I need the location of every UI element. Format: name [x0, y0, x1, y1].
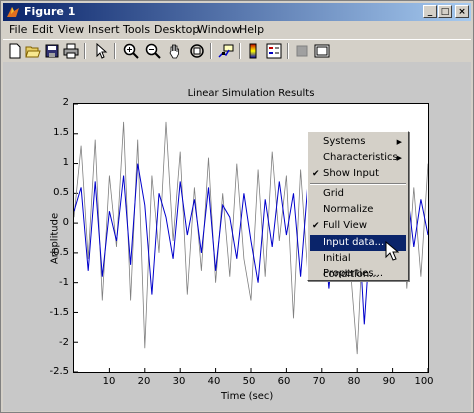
- menu-desktop[interactable]: Desktop: [154, 23, 199, 37]
- menu-item-characteristics[interactable]: Characteristics ▶: [310, 150, 406, 166]
- minimize-button[interactable]: _: [423, 5, 437, 18]
- zoom-in-icon[interactable]: [123, 43, 139, 59]
- menu-item-normalize[interactable]: Normalize: [310, 202, 406, 218]
- menu-item-grid[interactable]: Grid: [310, 186, 406, 202]
- data-cursor-icon[interactable]: [218, 43, 234, 59]
- legend-icon[interactable]: [266, 43, 282, 59]
- x-tick-label: 90: [382, 376, 396, 387]
- menu-item-systems[interactable]: Systems ▶: [310, 134, 406, 150]
- menu-item-full-view[interactable]: ✔ Full View: [310, 218, 406, 234]
- menu-item-label: Characteristics: [323, 152, 398, 163]
- y-tick-label: -1: [59, 277, 69, 288]
- colorbar-icon[interactable]: [245, 43, 261, 59]
- rotate-3d-icon[interactable]: [189, 43, 205, 59]
- y-tick-label: 1.5: [53, 127, 69, 138]
- menu-view[interactable]: View: [58, 23, 84, 37]
- menu-insert[interactable]: Insert: [88, 23, 120, 37]
- menu-item-label: Properties...: [323, 268, 384, 279]
- menu-separator: [310, 183, 406, 185]
- plot-title: Linear Simulation Results: [187, 88, 315, 99]
- toolbar-separator: [287, 43, 289, 59]
- menu-item-label: Input data...: [323, 237, 385, 248]
- checkmark-icon: ✔: [312, 169, 320, 179]
- x-tick-label: 50: [242, 376, 256, 387]
- figure-window: Figure 1 _ □ × File Edit View Insert Too…: [0, 0, 474, 413]
- save-icon[interactable]: [44, 43, 60, 59]
- hide-plot-tools-icon[interactable]: [294, 43, 310, 59]
- y-tick-label: 1: [62, 157, 69, 168]
- mouse-cursor-icon: [385, 241, 399, 261]
- x-tick-label: 10: [102, 376, 116, 387]
- menu-tools[interactable]: Tools: [123, 23, 150, 37]
- menu-item-label: Normalize: [323, 204, 374, 215]
- y-tick-label: 0.5: [53, 187, 69, 198]
- menu-file[interactable]: File: [9, 23, 27, 37]
- close-button[interactable]: ×: [455, 5, 469, 18]
- x-tick-label: 60: [277, 376, 291, 387]
- x-tick-label: 20: [137, 376, 151, 387]
- x-tick-label: 40: [207, 376, 221, 387]
- y-axis-label: Amplitude: [49, 212, 61, 265]
- menu-window[interactable]: Window: [197, 23, 240, 37]
- open-file-icon[interactable]: [25, 43, 41, 59]
- menu-item-label: Show Input: [323, 168, 380, 179]
- menu-bar: File Edit View Insert Tools Desktop Wind…: [3, 21, 471, 39]
- submenu-arrow-icon: ▶: [396, 138, 402, 146]
- y-tick-label: -1.5: [49, 307, 69, 318]
- menu-item-show-input[interactable]: ✔ Show Input: [310, 166, 406, 182]
- maximize-button[interactable]: □: [438, 5, 452, 18]
- toolbar-separator: [114, 43, 116, 59]
- y-tick-label: 2: [62, 97, 69, 108]
- y-tick-label: -2: [59, 337, 69, 348]
- menu-edit[interactable]: Edit: [32, 23, 53, 37]
- show-plot-tools-icon[interactable]: [314, 43, 330, 59]
- menu-help[interactable]: Help: [239, 23, 264, 37]
- toolbar-separator: [84, 43, 86, 59]
- x-tick-label: 30: [172, 376, 186, 387]
- submenu-arrow-icon: ▶: [396, 154, 402, 162]
- toolbar: [3, 39, 471, 63]
- menu-item-label: Systems: [323, 136, 366, 147]
- new-file-icon[interactable]: [7, 43, 23, 59]
- x-axis-label: Time (sec): [221, 391, 274, 402]
- y-tick-label: -2.5: [49, 366, 69, 377]
- pan-icon[interactable]: [167, 43, 183, 59]
- checkmark-icon: ✔: [312, 221, 320, 231]
- toolbar-separator: [239, 43, 241, 59]
- x-tick-label: 100: [414, 376, 434, 387]
- print-icon[interactable]: [63, 43, 79, 59]
- matlab-icon: [7, 7, 19, 17]
- window-title: Figure 1: [24, 5, 76, 18]
- title-bar[interactable]: Figure 1 _ □ ×: [3, 3, 471, 21]
- pointer-icon[interactable]: [93, 43, 109, 59]
- menu-item-label: Grid: [323, 188, 344, 199]
- x-tick-label: 70: [312, 376, 326, 387]
- zoom-out-icon[interactable]: [145, 43, 161, 59]
- x-tick-label: 80: [347, 376, 361, 387]
- menu-item-label: Full View: [323, 220, 368, 231]
- menu-item-properties[interactable]: Properties...: [310, 266, 406, 282]
- toolbar-separator: [210, 43, 212, 59]
